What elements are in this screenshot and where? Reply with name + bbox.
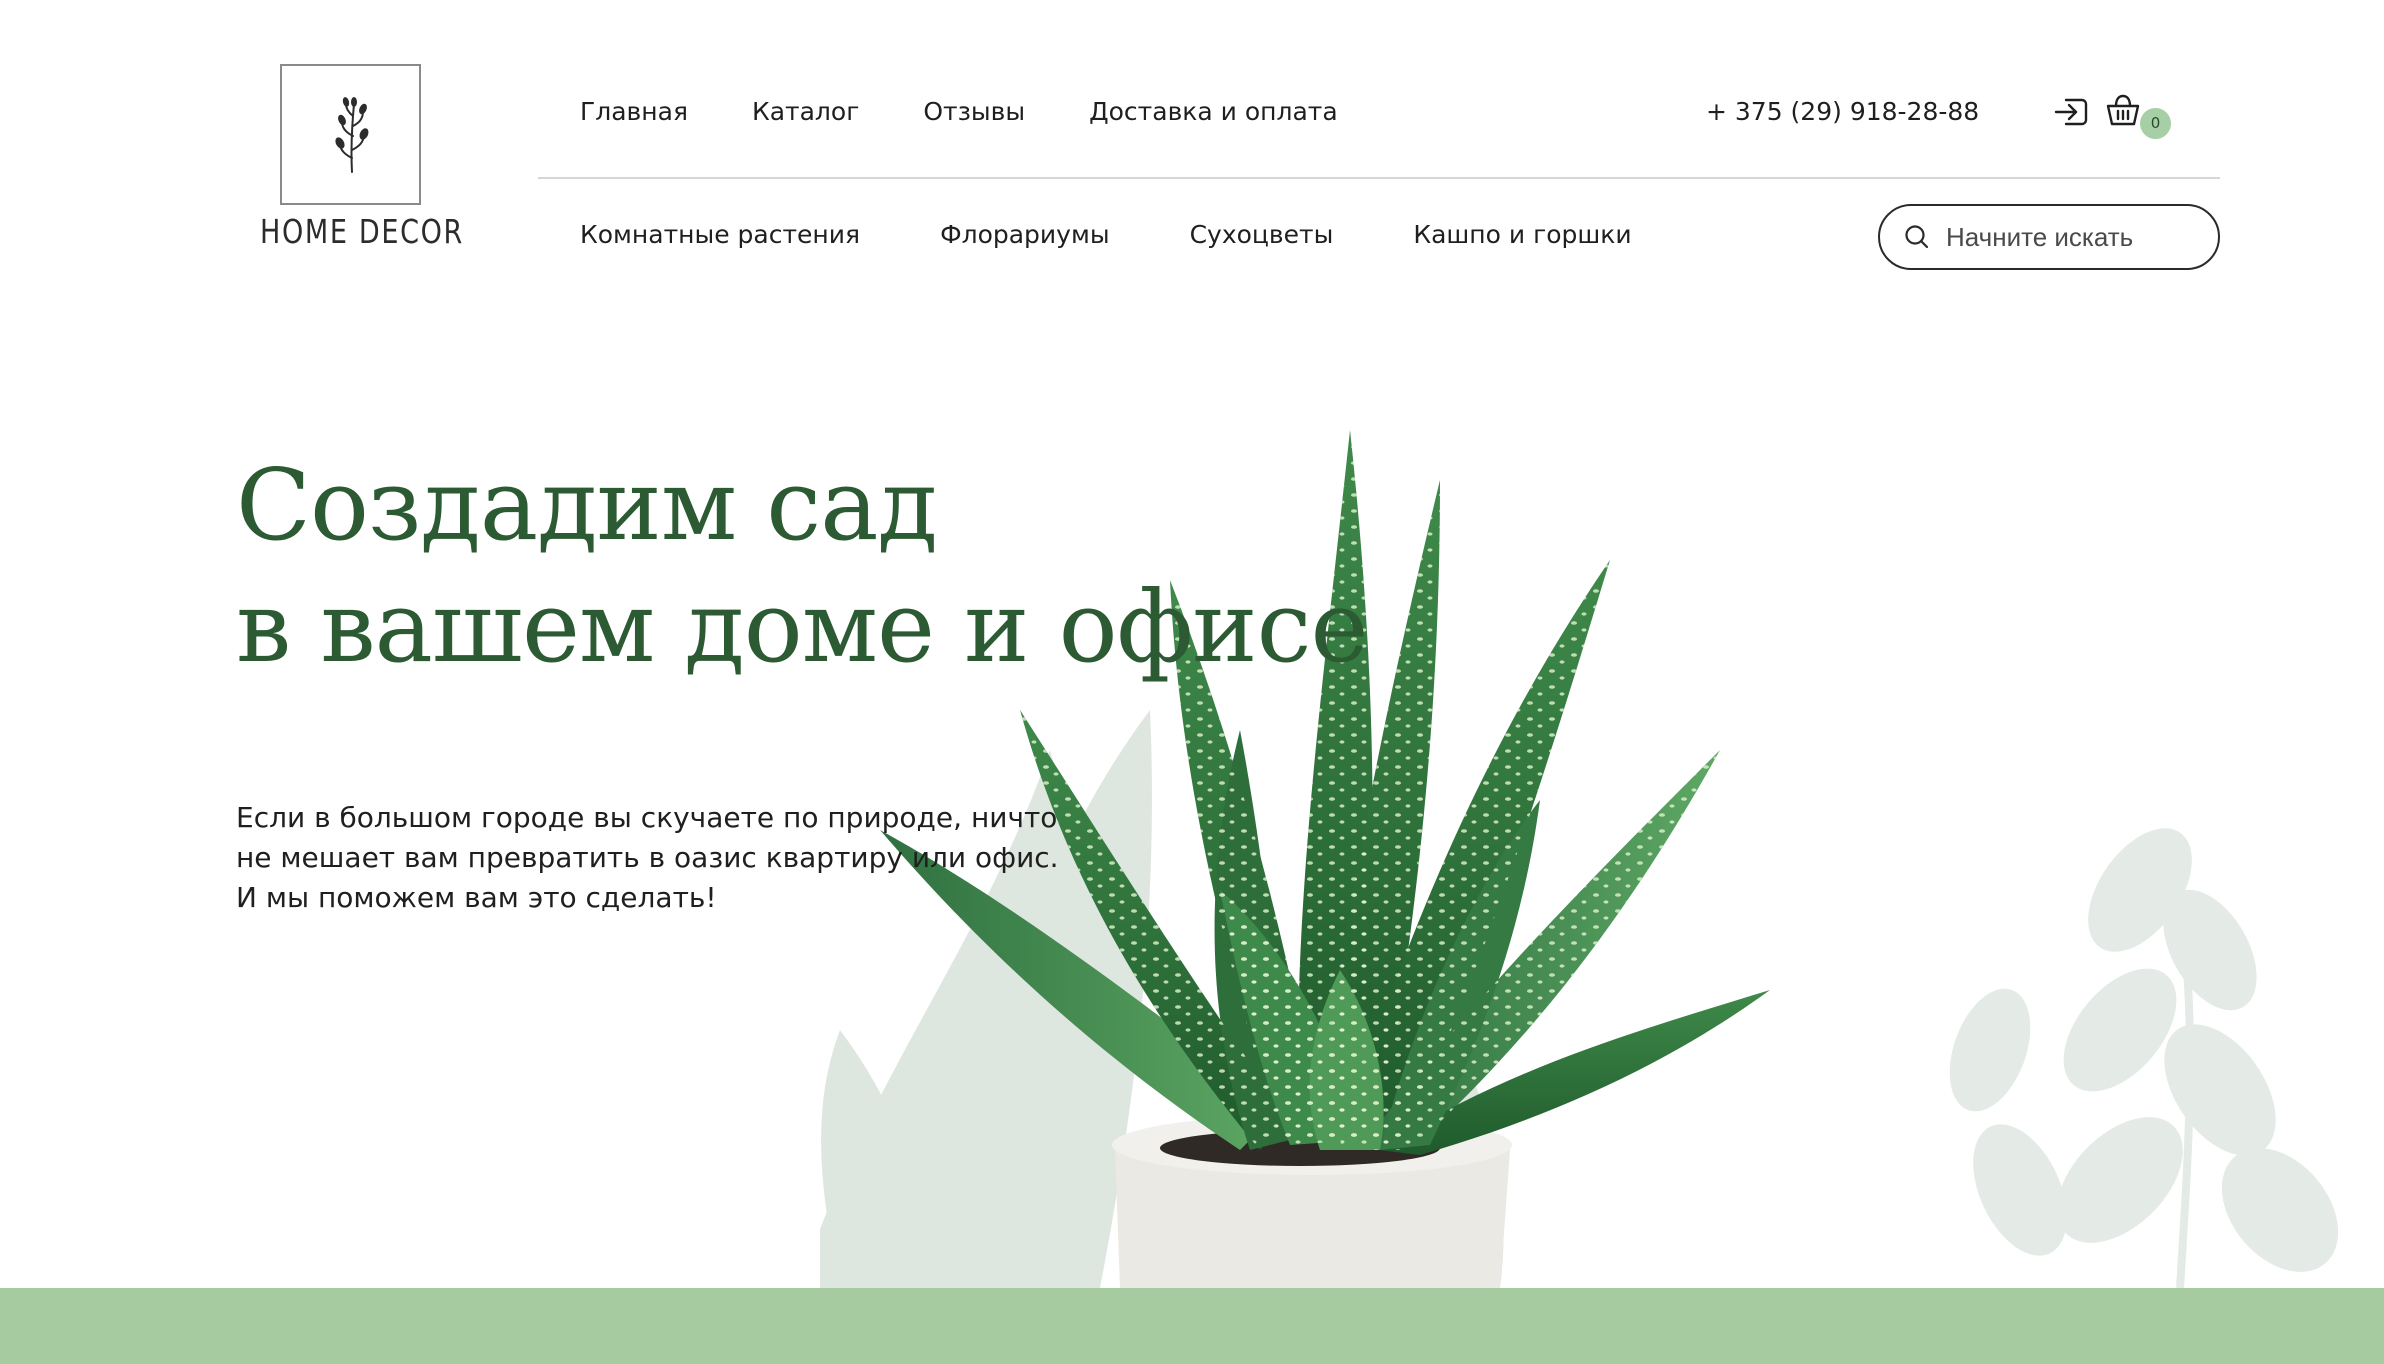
nav-link-home[interactable]: Главная [580, 97, 688, 126]
nav-link-reviews[interactable]: Отзывы [923, 97, 1025, 126]
hero-description: Если в большом городе вы скучаете по при… [236, 798, 1136, 918]
hero-text-line-3: И мы поможем вам это сделать! [236, 881, 717, 914]
logo-text: HOME DECOR [259, 212, 465, 251]
login-icon[interactable] [2052, 92, 2092, 132]
hero-text-line-2: не мешает вам превратить в оазис квартир… [236, 841, 1059, 874]
category-dried-flowers[interactable]: Сухоцветы [1190, 220, 1334, 249]
leaf-sprig-icon [335, 97, 369, 173]
search-box[interactable] [1878, 204, 2220, 270]
search-input[interactable] [1946, 221, 2206, 253]
category-pots[interactable]: Кашпо и горшки [1413, 220, 1631, 249]
nav-link-delivery[interactable]: Доставка и оплата [1089, 97, 1338, 126]
category-florariums[interactable]: Флорариумы [940, 220, 1110, 249]
header-divider [538, 177, 2220, 179]
main-nav: Главная Каталог Отзывы Доставка и оплата [580, 97, 1402, 126]
basket-icon[interactable] [2104, 92, 2142, 130]
hero-title-line-2: в вашем доме и офисе [236, 571, 1369, 685]
hero-text-line-1: Если в большом городе вы скучаете по при… [236, 801, 1058, 834]
logo-frame [280, 64, 421, 205]
hero-title: Создадим сад в вашем доме и офисе [236, 445, 1636, 689]
page: HOME DECOR Главная Каталог Отзывы Достав… [0, 0, 2384, 1364]
nav-link-catalog[interactable]: Каталог [752, 97, 859, 126]
cart-count-badge: 0 [2140, 108, 2171, 139]
phone-number[interactable]: + 375 (29) 918-28-88 [1706, 97, 1979, 126]
footer-band [0, 1288, 2384, 1364]
category-houseplants[interactable]: Комнатные растения [580, 220, 860, 249]
category-nav: Комнатные растения Флорариумы Сухоцветы … [580, 220, 1712, 249]
hero-title-line-1: Создадим сад [236, 449, 938, 563]
search-icon [1905, 225, 1929, 249]
logo[interactable]: HOME DECOR [240, 62, 465, 262]
